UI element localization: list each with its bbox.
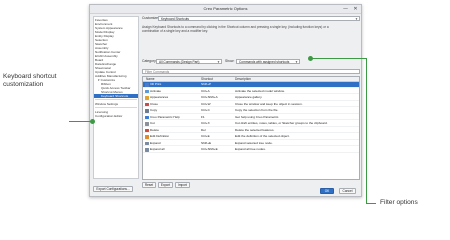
activate-icon	[145, 89, 149, 93]
copy-icon	[145, 109, 149, 113]
category-select-value: All Commands (Design Part)	[159, 60, 200, 64]
ok-button[interactable]: OK	[320, 188, 334, 194]
chevron-down-icon: ▼	[295, 60, 298, 64]
shortcuts-table: Name Shortcut Description 3D Print Shift+…	[142, 76, 360, 180]
table-row[interactable]: Edit Definition Ctrl+E Edit the definition…	[143, 134, 359, 140]
description-cell: Edit the definition of the selected obje…	[235, 134, 290, 138]
minimize-icon[interactable]: —	[341, 6, 350, 12]
description-cell: Expand all tree nodes.	[235, 147, 266, 151]
description-cell: Activate the selected model window.	[235, 88, 285, 93]
shortcut-cell[interactable]: Del	[201, 128, 234, 134]
export-button[interactable]: Export	[158, 182, 173, 188]
show-label: Show:	[225, 59, 235, 63]
description-cell: Expand selected tree node.	[235, 140, 273, 145]
shortcut-cell[interactable]: Shift+E	[201, 141, 234, 147]
nav-item-label: Keyboard Shortcuts	[101, 94, 129, 98]
description-cell: Copy the selection from the file.	[235, 108, 279, 112]
shortcut-cell[interactable]: Ctrl+E	[201, 134, 234, 140]
table-row[interactable]: Delete Del Delete the selected features.	[143, 128, 359, 134]
nav-item-configuration-editor[interactable]: Configuration Editor	[94, 114, 138, 118]
table-row[interactable]: Cut Ctrl+X Cut draft entities, notes, tabl…	[143, 121, 359, 127]
description-cell: Cut draft entities, notes, tables, or Sk…	[235, 121, 328, 125]
shortcut-cell[interactable]: Ctrl+Shift+E	[201, 147, 234, 153]
category-label: Category:	[142, 59, 157, 63]
table-row[interactable]: Close Ctrl+W Close the window and keep the…	[143, 102, 359, 108]
window-title: Creo Parametric Options	[203, 6, 248, 11]
expand-all-icon	[145, 148, 149, 152]
command-name-cell: Delete	[150, 127, 159, 132]
shortcut-description-text: Assign Keyboard Shortcuts to a command b…	[142, 25, 329, 34]
category-select[interactable]: All Commands (Design Part) ▼	[156, 59, 222, 64]
keyboard-shortcut-callout-label: Keyboard shortcut customization	[3, 73, 57, 88]
table-row[interactable]: Copy Ctrl+C Copy the selection from the fi…	[143, 108, 359, 114]
export-configurations-button[interactable]: Export Configurations...	[93, 186, 133, 192]
description-cell: Get help using Creo Parametric.	[235, 114, 280, 119]
right-callout-line-horizontal	[312, 58, 366, 59]
reset-button[interactable]: Reset	[142, 182, 156, 188]
expand-icon	[145, 141, 149, 145]
table-row[interactable]: 3D Print Shift+P	[143, 82, 359, 88]
shortcut-cell[interactable]: Ctrl+X	[201, 121, 234, 127]
command-name-cell: Activate	[150, 88, 162, 93]
title-bar: Creo Parametric Options — ✕	[90, 5, 361, 14]
delete-icon	[145, 128, 149, 132]
options-dialog: Creo Parametric Options — ✕ Favorites Env…	[89, 4, 362, 197]
command-name-cell: Appearances	[150, 95, 169, 99]
customize-select-value: Keyboard Shortcuts	[161, 17, 189, 21]
nav-separator	[95, 107, 137, 108]
description-cell: Close the window and keep the object in …	[235, 101, 303, 106]
command-name-cell: Cut	[150, 121, 155, 125]
right-callout-line-vertical	[366, 58, 367, 203]
show-filter-select[interactable]: Commands with assigned shortcuts ▼	[236, 59, 300, 64]
nav-item-window-settings[interactable]: Window Settings	[94, 102, 138, 106]
chevron-down-icon: ▼	[355, 17, 358, 21]
filter-options-callout-label: Filter options	[380, 199, 418, 206]
keyboard-shortcuts-panel: Customize: Keyboard Shortcuts ▼ Assign K…	[142, 16, 360, 188]
edit-definition-icon	[145, 135, 149, 139]
shortcut-cell[interactable]: Shift+P	[201, 82, 234, 88]
shortcut-cell[interactable]: Ctrl+W	[201, 102, 234, 108]
help-icon	[145, 115, 149, 119]
chevron-down-icon: ▼	[217, 60, 220, 64]
command-name-cell: Edit Definition	[150, 134, 170, 138]
description-cell: Appearance gallery.	[235, 95, 263, 99]
command-name-cell: 3D Print	[150, 82, 162, 86]
table-row[interactable]: Expand Shift+E Expand selected tree node.	[143, 141, 359, 147]
description-cell: Delete the selected features.	[235, 127, 275, 132]
nav-item-keyboard-shortcuts[interactable]: Keyboard Shortcuts	[94, 94, 138, 98]
filter-commands-placeholder: Filter Commands	[145, 70, 170, 74]
appearance-icon	[145, 96, 149, 100]
table-row[interactable]: Appearances Ctrl+Shift+A Appearance galler…	[143, 95, 359, 101]
command-name-cell: Copy	[150, 108, 158, 112]
cancel-button[interactable]: Cancel	[339, 188, 356, 194]
shortcut-cell[interactable]: Ctrl+A	[201, 89, 234, 95]
command-name-cell: Expand	[150, 140, 161, 145]
nav-item-label: Configuration Editor	[95, 114, 123, 118]
shortcut-cell[interactable]: F1	[201, 115, 234, 121]
command-name-cell: Creo Parametric Help	[150, 114, 180, 119]
import-button[interactable]: Import	[175, 182, 190, 188]
filter-commands-input[interactable]: Filter Commands	[142, 69, 360, 74]
close-window-icon	[145, 102, 149, 106]
customize-label: Customize:	[142, 16, 159, 20]
table-row[interactable]: Creo Parametric Help F1 Get help using Cre…	[143, 115, 359, 121]
left-callout-marker	[90, 119, 95, 124]
command-name-cell: Expand all	[150, 147, 165, 151]
shortcut-cell[interactable]: Ctrl+C	[201, 108, 234, 114]
options-navigation: Favorites Environment System Appearance Mod…	[93, 16, 139, 179]
cut-icon	[145, 122, 149, 126]
table-row[interactable]: Activate Ctrl+A Activate the selected mode…	[143, 89, 359, 95]
right-callout-line-end	[366, 203, 376, 204]
close-icon[interactable]: ✕	[351, 6, 360, 12]
shortcut-cell[interactable]: Ctrl+Shift+A	[201, 95, 234, 101]
nav-item-label: Window Settings	[95, 102, 119, 106]
print-icon	[145, 83, 149, 87]
table-row[interactable]: Expand all Ctrl+Shift+E Expand all tree no…	[143, 147, 359, 153]
nav-separator	[95, 99, 137, 100]
command-name-cell: Close	[150, 101, 158, 106]
left-callout-line	[69, 121, 92, 122]
show-filter-select-value: Commands with assigned shortcuts	[239, 60, 290, 64]
customize-select[interactable]: Keyboard Shortcuts ▼	[158, 16, 360, 21]
